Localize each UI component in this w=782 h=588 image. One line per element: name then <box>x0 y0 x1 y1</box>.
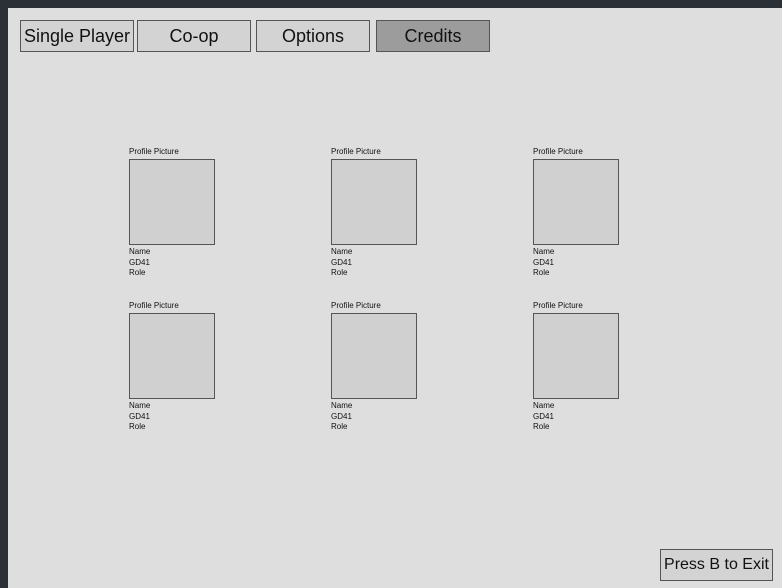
profile-picture-placeholder <box>533 159 619 245</box>
tab-options[interactable]: Options <box>256 20 370 52</box>
profile-picture-label: Profile Picture <box>129 147 179 156</box>
tab-co-op[interactable]: Co-op <box>137 20 251 52</box>
profile-picture-placeholder <box>331 313 417 399</box>
profile-picture-placeholder <box>129 159 215 245</box>
credit-name: Name <box>533 401 555 410</box>
credit-role: Role <box>533 268 550 277</box>
credit-role: Role <box>533 422 550 431</box>
credit-id: GD41 <box>533 257 554 267</box>
credit-role: Role <box>129 422 146 431</box>
credit-role: Role <box>331 268 348 277</box>
credit-id: GD41 <box>129 257 150 267</box>
credit-id: GD41 <box>129 411 150 421</box>
profile-picture-label: Profile Picture <box>533 147 583 156</box>
credit-card: Profile Picture Name GD41 Role <box>129 301 249 433</box>
tab-single-player[interactable]: Single Player <box>20 20 134 52</box>
credit-card: Profile Picture Name GD41 Role <box>533 147 653 279</box>
credit-id: GD41 <box>331 411 352 421</box>
exit-button[interactable]: Press B to Exit <box>660 549 773 581</box>
tab-credits[interactable]: Credits <box>376 20 490 52</box>
credit-id: GD41 <box>331 257 352 267</box>
profile-picture-label: Profile Picture <box>331 147 381 156</box>
profile-picture-label: Profile Picture <box>331 301 381 310</box>
credit-card: Profile Picture Name GD41 Role <box>129 147 249 279</box>
profile-picture-placeholder <box>331 159 417 245</box>
credits-screen: Single Player Co-op Options Credits Prof… <box>8 8 782 588</box>
credit-card: Profile Picture Name GD41 Role <box>533 301 653 433</box>
credit-role: Role <box>129 268 146 277</box>
credit-name: Name <box>331 247 353 256</box>
credit-role: Role <box>331 422 348 431</box>
credit-name: Name <box>129 247 151 256</box>
credit-name: Name <box>331 401 353 410</box>
profile-picture-placeholder <box>533 313 619 399</box>
profile-picture-placeholder <box>129 313 215 399</box>
credit-name: Name <box>533 247 555 256</box>
credit-card: Profile Picture Name GD41 Role <box>331 301 451 433</box>
credit-id: GD41 <box>533 411 554 421</box>
credit-card: Profile Picture Name GD41 Role <box>331 147 451 279</box>
credit-name: Name <box>129 401 151 410</box>
profile-picture-label: Profile Picture <box>533 301 583 310</box>
profile-picture-label: Profile Picture <box>129 301 179 310</box>
